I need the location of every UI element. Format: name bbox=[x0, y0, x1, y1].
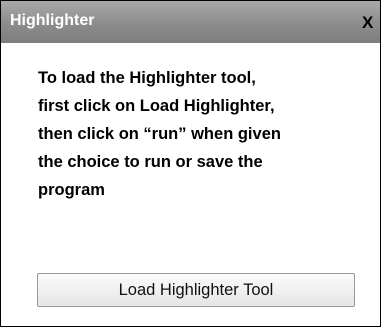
load-highlighter-tool-button[interactable]: Load Highlighter Tool bbox=[37, 273, 355, 307]
close-button[interactable]: X bbox=[362, 13, 373, 33]
instruction-line: the choice to run or save the bbox=[38, 153, 263, 171]
dialog-title: Highlighter bbox=[10, 12, 95, 29]
instruction-text: To load the Highlighter tool, first clic… bbox=[38, 64, 368, 204]
instruction-line: then click on “run” when given bbox=[38, 125, 281, 143]
highlighter-dialog: Highlighter X To load the Highlighter to… bbox=[0, 0, 381, 327]
instruction-line: first click on Load Highlighter, bbox=[38, 97, 275, 115]
instruction-line: To load the Highlighter tool, bbox=[38, 69, 256, 87]
instruction-line: program bbox=[38, 181, 105, 199]
title-bar[interactable]: Highlighter X bbox=[1, 1, 380, 43]
